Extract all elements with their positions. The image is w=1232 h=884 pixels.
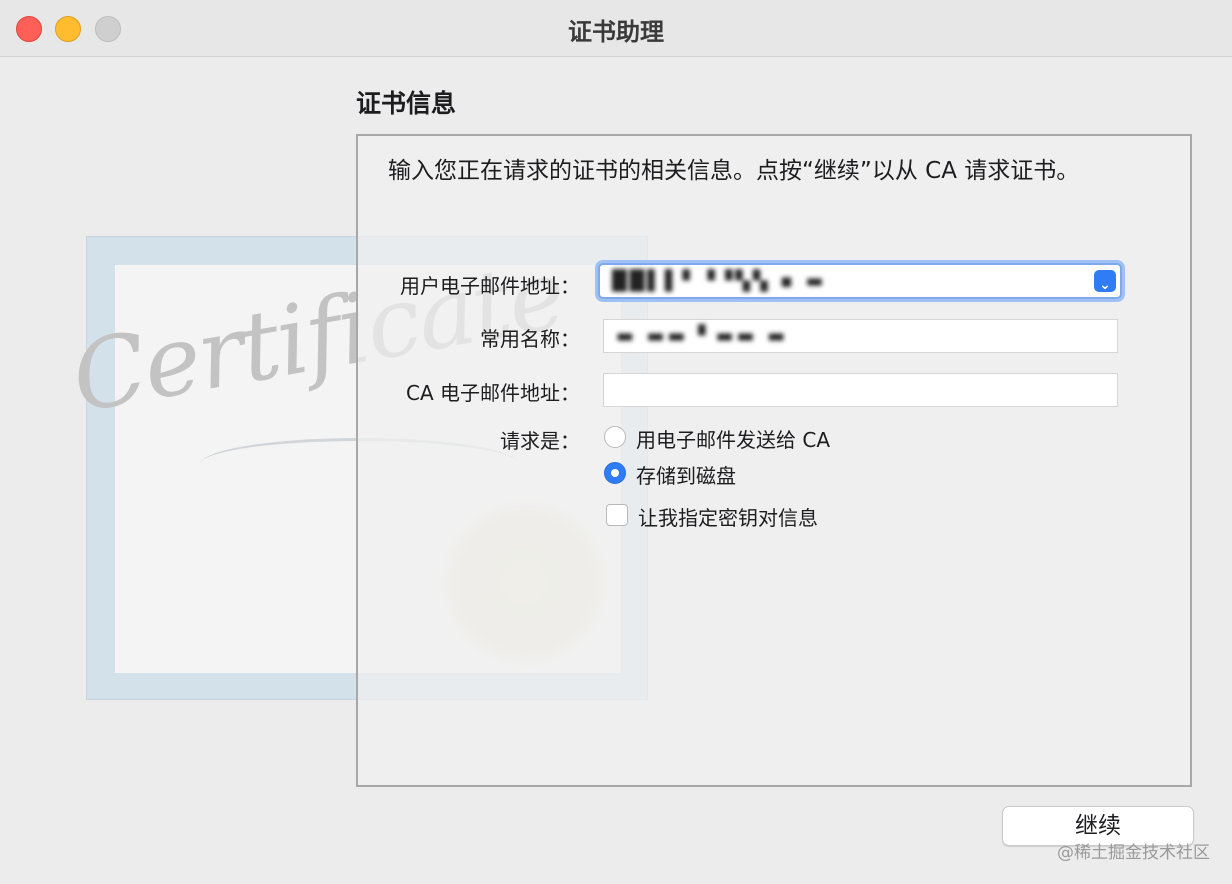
common-name-field[interactable]: ▬ ▬▬ ▘▬▬ ▬ <box>603 319 1118 353</box>
window-title: 证书助理 <box>568 18 664 46</box>
request-label: 请求是： <box>500 429 580 453</box>
common-name-label: 常用名称： <box>480 327 580 351</box>
watermark-text: @稀土掘金技术社区 <box>1057 843 1210 863</box>
chevron-down-icon[interactable]: ⌄ <box>1094 270 1116 293</box>
section-title: 证书信息 <box>356 89 457 118</box>
form-panel <box>356 134 1192 787</box>
radio-email-ca[interactable] <box>604 426 626 448</box>
user-email-field[interactable]: ██▌▌▘▝▝▚▚ ▪ ▬ ⌄ <box>598 263 1122 299</box>
radio-save-to-disk-label: 存储到磁盘 <box>636 464 736 488</box>
user-email-label: 用户电子邮件地址： <box>400 274 580 298</box>
title-bar: 证书助理 <box>0 0 1232 57</box>
radio-save-to-disk[interactable] <box>604 462 626 484</box>
ca-email-label: CA 电子邮件地址： <box>405 381 580 405</box>
specify-key-checkbox[interactable] <box>606 504 628 526</box>
specify-key-label: 让我指定密钥对信息 <box>638 506 818 530</box>
intro-text: 输入您正在请求的证书的相关信息。点按“继续”以从 CA 请求证书。 <box>388 158 1080 184</box>
user-email-value: ██▌▌▘▝▝▚▚ ▪ ▬ <box>612 270 827 292</box>
radio-email-ca-label: 用电子邮件发送给 CA <box>636 428 831 452</box>
common-name-value: ▬ ▬▬ ▘▬▬ ▬ <box>616 325 789 347</box>
ca-email-field[interactable] <box>603 373 1118 407</box>
